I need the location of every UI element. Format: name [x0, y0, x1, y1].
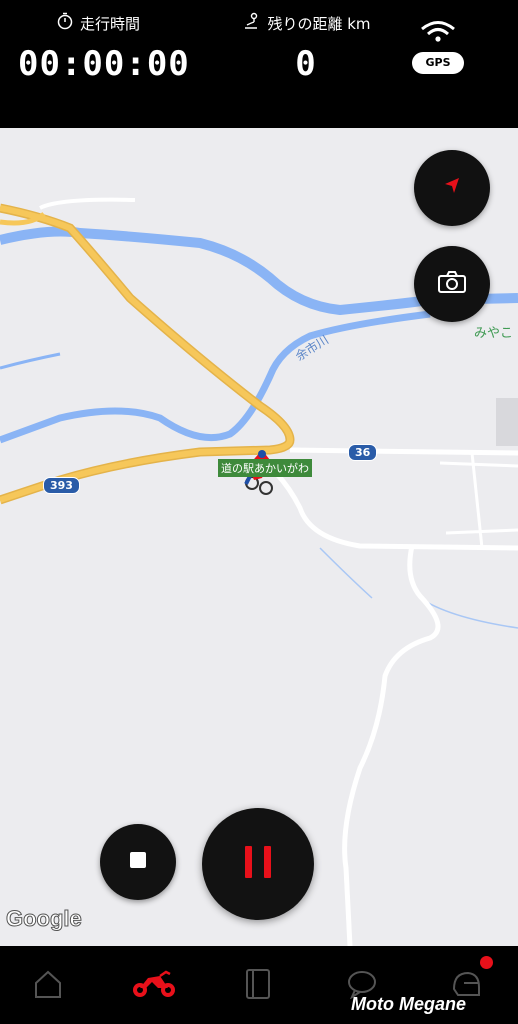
- route-36-badge: 36: [348, 444, 378, 461]
- gps-indicator: GPS: [408, 20, 468, 74]
- route-393-badge: 393: [43, 477, 80, 494]
- navigation-arrow-icon: [441, 175, 463, 201]
- place-label[interactable]: 道の駅あかいがわ: [218, 459, 312, 477]
- remaining-distance-value: 0: [295, 44, 317, 84]
- stop-icon: [129, 851, 147, 873]
- nav-home[interactable]: [28, 966, 68, 1006]
- google-attribution: Google: [6, 906, 83, 932]
- status-bar: 走行時間 00:00:00 残りの距離 km 0 GPS: [0, 0, 518, 128]
- brand-logo: Moto Megane: [351, 994, 466, 1014]
- elapsed-time-label: 走行時間: [79, 14, 140, 33]
- wifi-signal-icon: [418, 21, 458, 46]
- stopwatch-icon: [56, 12, 74, 34]
- camera-icon: [437, 270, 467, 298]
- remaining-distance-panel: 残りの距離 km 0: [226, 12, 386, 84]
- gps-badge: GPS: [412, 52, 464, 74]
- pause-icon: [241, 844, 275, 884]
- stop-button[interactable]: [100, 824, 176, 900]
- pause-button[interactable]: [202, 808, 314, 920]
- nav-log[interactable]: [238, 966, 278, 1006]
- camera-button[interactable]: [414, 246, 490, 322]
- motorcycle-icon: [130, 968, 178, 1004]
- map-view[interactable]: 393 36 道の駅あかいがわ 余市川 みやこ Google: [0, 128, 518, 946]
- recenter-button[interactable]: [414, 150, 490, 226]
- home-icon: [32, 969, 64, 1003]
- elapsed-time-value: 00:00:00: [18, 44, 190, 84]
- notification-badge: [480, 956, 493, 969]
- nav-ride[interactable]: [128, 966, 180, 1006]
- elapsed-time-panel: 走行時間 00:00:00: [18, 12, 190, 84]
- notebook-icon: [244, 968, 272, 1004]
- road-distance-icon: [241, 12, 261, 34]
- remaining-distance-label: 残りの距離 km: [267, 14, 371, 33]
- town-label: みやこ: [474, 326, 514, 341]
